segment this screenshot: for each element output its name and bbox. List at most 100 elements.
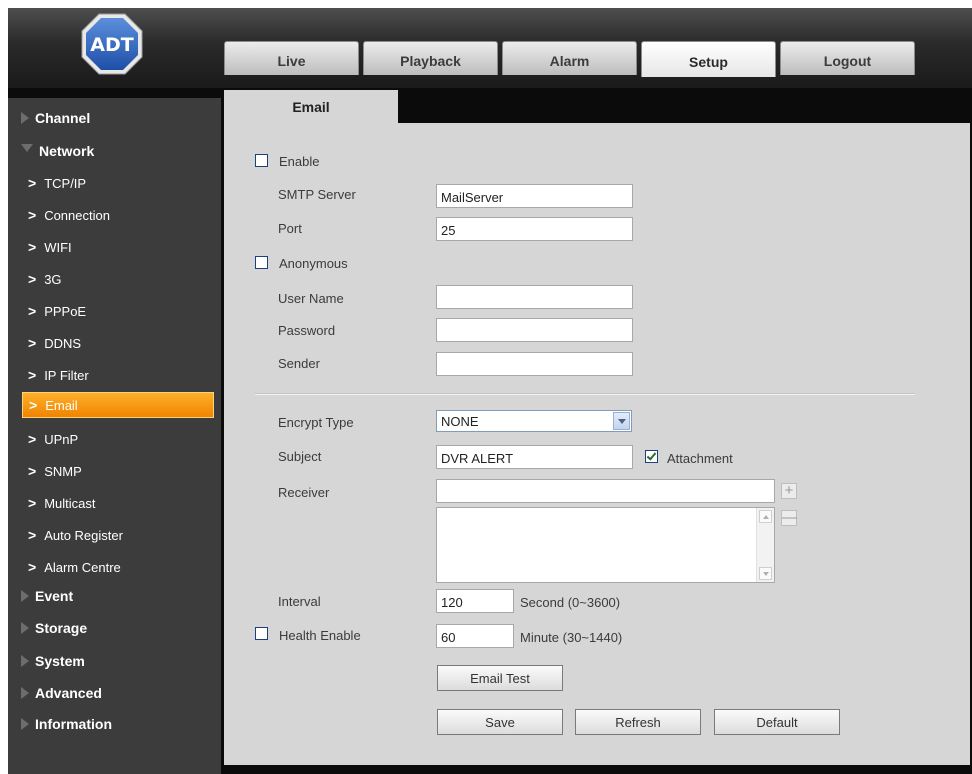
sidebar-item-label: UPnP xyxy=(44,431,79,447)
sidebar-cat-label: Network xyxy=(39,143,95,159)
health-interval-unit: Minute (30~1440) xyxy=(520,630,623,645)
sidebar-item-snmp[interactable]: > SNMP xyxy=(22,458,214,484)
tab-email[interactable]: Email xyxy=(224,90,398,124)
sidebar-cat-advanced[interactable]: Advanced xyxy=(8,680,221,706)
sidebar-item-label: Connection xyxy=(44,207,110,223)
chevron-right-icon: > xyxy=(28,239,37,255)
port-label: Port xyxy=(278,221,302,236)
chevron-right-icon: > xyxy=(28,559,37,575)
sidebar-cat-event[interactable]: Event xyxy=(8,583,221,609)
sidebar-cat-storage[interactable]: Storage xyxy=(8,615,221,641)
sidebar-cat-label: Information xyxy=(35,716,112,732)
port-input[interactable] xyxy=(436,217,633,241)
sidebar-item-multicast[interactable]: > Multicast xyxy=(22,490,214,516)
sidebar-item-label: Multicast xyxy=(44,495,96,511)
sidebar-cat-channel[interactable]: Channel xyxy=(8,105,221,131)
sidebar-cat-information[interactable]: Information xyxy=(8,711,221,737)
smtp-server-label: SMTP Server xyxy=(278,187,356,202)
sidebar-cat-label: Advanced xyxy=(35,685,102,701)
receiver-list[interactable] xyxy=(436,507,775,583)
user-name-input[interactable] xyxy=(436,285,633,309)
smtp-server-input[interactable] xyxy=(436,184,633,208)
expanded-arrow-icon xyxy=(21,144,33,152)
sidebar-item-auto-register[interactable]: > Auto Register xyxy=(22,522,214,548)
sidebar-item-label: PPPoE xyxy=(44,303,87,319)
health-enable-checkbox[interactable] xyxy=(255,627,268,640)
tab-logout[interactable]: Logout xyxy=(780,41,915,75)
header-bar: ADT Live Playback Alarm Setup Logout xyxy=(8,8,972,88)
add-receiver-button[interactable]: + xyxy=(781,483,797,499)
scroll-down-button[interactable] xyxy=(759,567,772,580)
plus-icon: + xyxy=(784,482,794,499)
sidebar-item-tcpip[interactable]: > TCP/IP xyxy=(22,170,214,196)
chevron-up-icon xyxy=(762,514,769,519)
tab-playback[interactable]: Playback xyxy=(363,41,498,75)
sidebar-item-label: DDNS xyxy=(44,335,82,351)
section-divider xyxy=(255,393,915,395)
chevron-right-icon: > xyxy=(29,397,38,413)
password-input[interactable] xyxy=(436,318,633,342)
anonymous-label: Anonymous xyxy=(279,256,348,271)
sidebar: Channel Network > TCP/IP > Connection > … xyxy=(8,98,221,774)
sidebar-item-connection[interactable]: > Connection xyxy=(22,202,214,228)
tab-setup[interactable]: Setup xyxy=(641,41,776,77)
chevron-right-icon: > xyxy=(28,431,37,447)
sidebar-item-label: Alarm Centre xyxy=(44,559,121,575)
enable-label: Enable xyxy=(279,154,320,169)
sidebar-item-label: 3G xyxy=(44,271,62,287)
attachment-label: Attachment xyxy=(667,451,733,466)
sidebar-item-ddns[interactable]: > DDNS xyxy=(22,330,214,356)
encrypt-type-select[interactable]: NONE xyxy=(436,410,632,432)
email-test-button[interactable]: Email Test xyxy=(437,665,563,691)
tab-live[interactable]: Live xyxy=(224,41,359,75)
encrypt-type-label: Encrypt Type xyxy=(278,415,354,430)
logo-text: ADT xyxy=(90,34,133,56)
sidebar-cat-network[interactable]: Network xyxy=(8,138,221,164)
remove-receiver-button[interactable]: — xyxy=(781,510,797,526)
default-button[interactable]: Default xyxy=(714,709,840,735)
sidebar-cat-label: Channel xyxy=(35,110,91,126)
chevron-down-icon xyxy=(762,571,769,576)
chevron-down-icon xyxy=(613,412,630,430)
anonymous-checkbox[interactable] xyxy=(255,256,268,269)
health-interval-input[interactable] xyxy=(436,624,514,648)
sidebar-cat-label: System xyxy=(35,653,85,669)
sender-label: Sender xyxy=(278,356,320,371)
email-settings-panel: Enable SMTP Server Port Anonymous User N… xyxy=(224,123,970,765)
chevron-right-icon: > xyxy=(28,207,37,223)
collapsed-arrow-icon xyxy=(21,655,29,667)
save-button[interactable]: Save xyxy=(437,709,563,735)
receiver-input[interactable] xyxy=(436,479,775,503)
sidebar-item-ip-filter[interactable]: > IP Filter xyxy=(22,362,214,388)
collapsed-arrow-icon xyxy=(21,687,29,699)
receiver-list-scrollbar[interactable] xyxy=(756,508,774,582)
chevron-right-icon: > xyxy=(28,463,37,479)
sidebar-item-email[interactable]: > Email xyxy=(22,392,214,418)
sender-input[interactable] xyxy=(436,352,633,376)
sidebar-item-label: SNMP xyxy=(44,463,82,479)
health-enable-label: Health Enable xyxy=(279,628,361,643)
refresh-button[interactable]: Refresh xyxy=(575,709,701,735)
subject-input[interactable] xyxy=(436,445,633,469)
sidebar-item-pppoe[interactable]: > PPPoE xyxy=(22,298,214,324)
interval-label: Interval xyxy=(278,594,321,609)
sidebar-cat-system[interactable]: System xyxy=(8,648,221,674)
tab-alarm[interactable]: Alarm xyxy=(502,41,637,75)
password-label: Password xyxy=(278,323,336,338)
sidebar-item-upnp[interactable]: > UPnP xyxy=(22,426,214,452)
minus-icon: — xyxy=(782,509,797,526)
sidebar-item-3g[interactable]: > 3G xyxy=(22,266,214,292)
collapsed-arrow-icon xyxy=(21,112,29,124)
attachment-checkbox[interactable] xyxy=(645,450,658,463)
scroll-up-button[interactable] xyxy=(759,510,772,523)
chevron-right-icon: > xyxy=(28,335,37,351)
sidebar-item-alarm-centre[interactable]: > Alarm Centre xyxy=(22,554,214,580)
interval-input[interactable] xyxy=(436,589,514,613)
sidebar-item-label: TCP/IP xyxy=(44,175,87,191)
enable-checkbox[interactable] xyxy=(255,154,268,167)
sidebar-item-label: Auto Register xyxy=(44,527,123,543)
adt-logo: ADT xyxy=(80,12,144,76)
interval-unit: Second (0~3600) xyxy=(520,595,621,610)
sidebar-item-wifi[interactable]: > WIFI xyxy=(22,234,214,260)
chevron-right-icon: > xyxy=(28,527,37,543)
